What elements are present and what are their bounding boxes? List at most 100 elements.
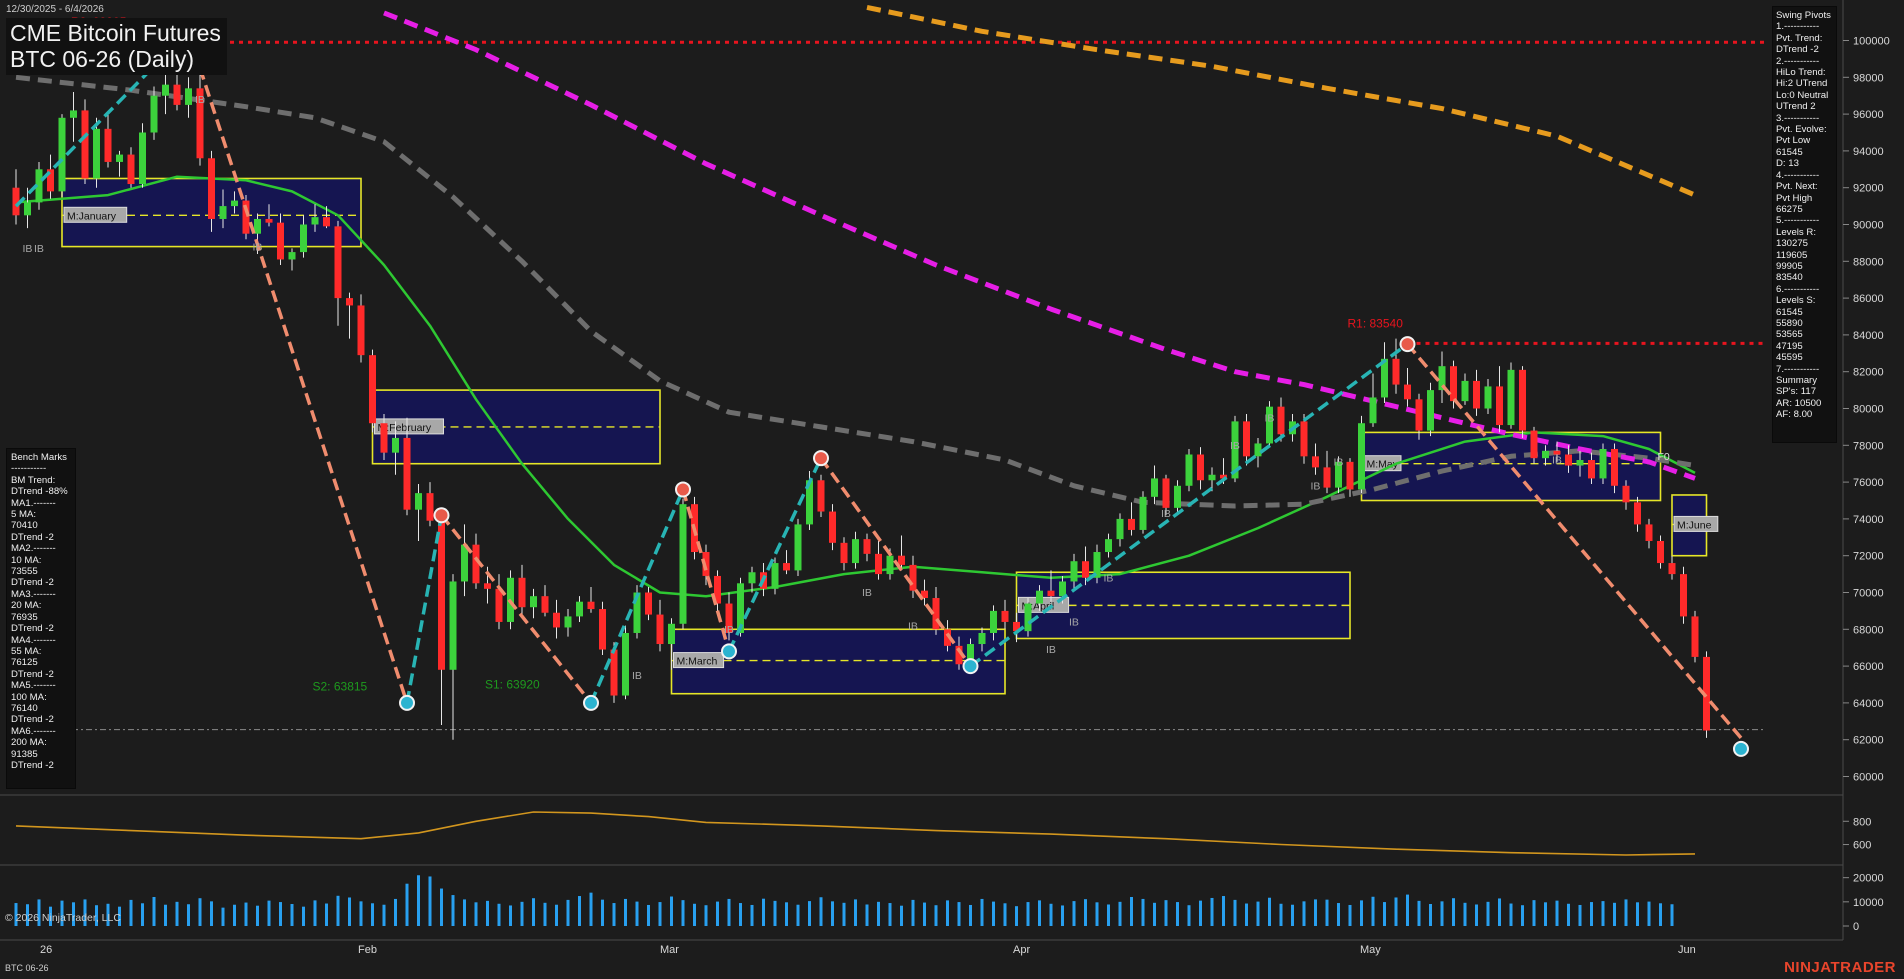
bench-marks-line: BM Trend: [11,474,56,486]
volume-bar [1555,900,1559,926]
swing-pivots-line: AR: 10500 [1776,397,1822,409]
volume-bar [1521,905,1524,926]
volume-bar [1590,902,1593,926]
volume-bar [1279,903,1283,926]
swing-pivots-line: Pvt Low [1776,135,1811,147]
candle-body [93,128,100,179]
volume-bar [1107,904,1110,926]
ib-label: IB [1161,508,1171,520]
y-tick-label: 66000 [1853,661,1884,673]
volume-bar [704,905,708,926]
ib-label: IB [724,624,734,636]
volume-bar [313,900,317,926]
volume-bar [279,902,282,926]
y-tick-label: 92000 [1853,183,1884,195]
pivot-high-marker [1399,336,1416,353]
volume-bar [359,901,363,926]
candle-body [518,577,526,608]
candle-body [829,511,836,543]
candle-body [1059,581,1066,597]
volume-bar [221,907,225,926]
volume-tick-label: 10000 [1853,897,1884,909]
volume-bar [1061,905,1064,926]
volume-bar [946,900,949,926]
volume-bar [1302,901,1306,926]
swing-pivots-line: Pvt. Trend: [1776,32,1823,44]
candle-body [1197,454,1204,481]
bench-marks-line: DTrend -2 [11,714,54,726]
candle-body [1611,448,1618,486]
candle-body [886,555,894,575]
volume-bar [1406,894,1409,926]
volume-bar [1141,898,1145,926]
volume-bar [1095,902,1099,926]
x-tick-label: May [1360,944,1381,956]
volume-bar [1176,902,1179,926]
volume-bar [1647,901,1651,926]
volume-bar [290,904,294,926]
pivot-low-marker [962,658,979,675]
candle-body [403,437,411,510]
volume-bar [405,883,409,926]
candle-body [346,298,353,306]
candle-body [610,649,618,696]
volume-bar [969,904,972,926]
candle-body [1680,574,1687,617]
bench-marks-line: 200 MA: [11,737,47,749]
ib-label: IB [1104,572,1114,584]
candle-body [875,553,882,575]
y-tick-label: 78000 [1853,440,1884,452]
volume-bar [394,898,397,926]
price-chart[interactable]: 60000 62000 64000 66000 68000 70000 72000 74000… [0,0,1904,979]
ib-label: IB [1311,480,1321,492]
volume-bar [463,899,466,926]
volume-bar [1475,904,1478,926]
volume-bar [658,902,662,926]
volume-bar [152,897,156,926]
swing-pivots-line: 53565 [1776,329,1803,341]
pivot-high-marker [433,507,450,524]
candle-body [334,226,342,299]
ib-label: IB [253,241,263,253]
volume-tick-label: 0 [1853,921,1859,933]
volume-bar [934,905,938,926]
volume-bar [1486,901,1490,926]
candle-body [1208,474,1216,481]
y-tick-label: 84000 [1853,330,1884,342]
candle-body [1001,610,1009,622]
swing-pivots-line: UTrend 2 [1776,101,1816,113]
candle-body [288,252,296,260]
candle-body [1645,524,1653,541]
candle-body [449,581,457,670]
candle-body [1323,467,1331,488]
monthly-box-tag-text: M:March [677,656,718,668]
level-label: R1: 83540 [1348,316,1404,330]
candle-body [1024,603,1032,632]
candle-body [1070,561,1078,582]
volume-bar [325,903,328,926]
bench-marks-line: DTrend -2 [11,531,54,543]
fib-label: F0 [1658,451,1670,463]
volume-bar [532,898,535,926]
volume-bar [911,899,915,926]
candle-body [484,583,491,589]
candle-body [1634,502,1641,525]
swing-pivots-line: 61545 [1776,306,1803,318]
volume-bar [957,902,961,926]
candle-body [990,610,997,633]
candle-body [645,592,652,615]
volume-bar [520,901,524,926]
candle-body [311,217,319,225]
swing-pivots-line: 7.----------- [1776,363,1820,375]
volume-bar [497,903,501,926]
candle-body [1139,496,1147,530]
pivot-low-marker [1733,740,1749,757]
candle-body [530,596,537,608]
candle-body [1507,369,1515,426]
candle-body [495,588,503,622]
y-tick-label: 94000 [1853,146,1884,158]
volume-bar [1164,900,1168,926]
x-tick-label: 26 [40,944,53,956]
volume-bar [175,901,179,926]
volume-bar [267,900,271,926]
